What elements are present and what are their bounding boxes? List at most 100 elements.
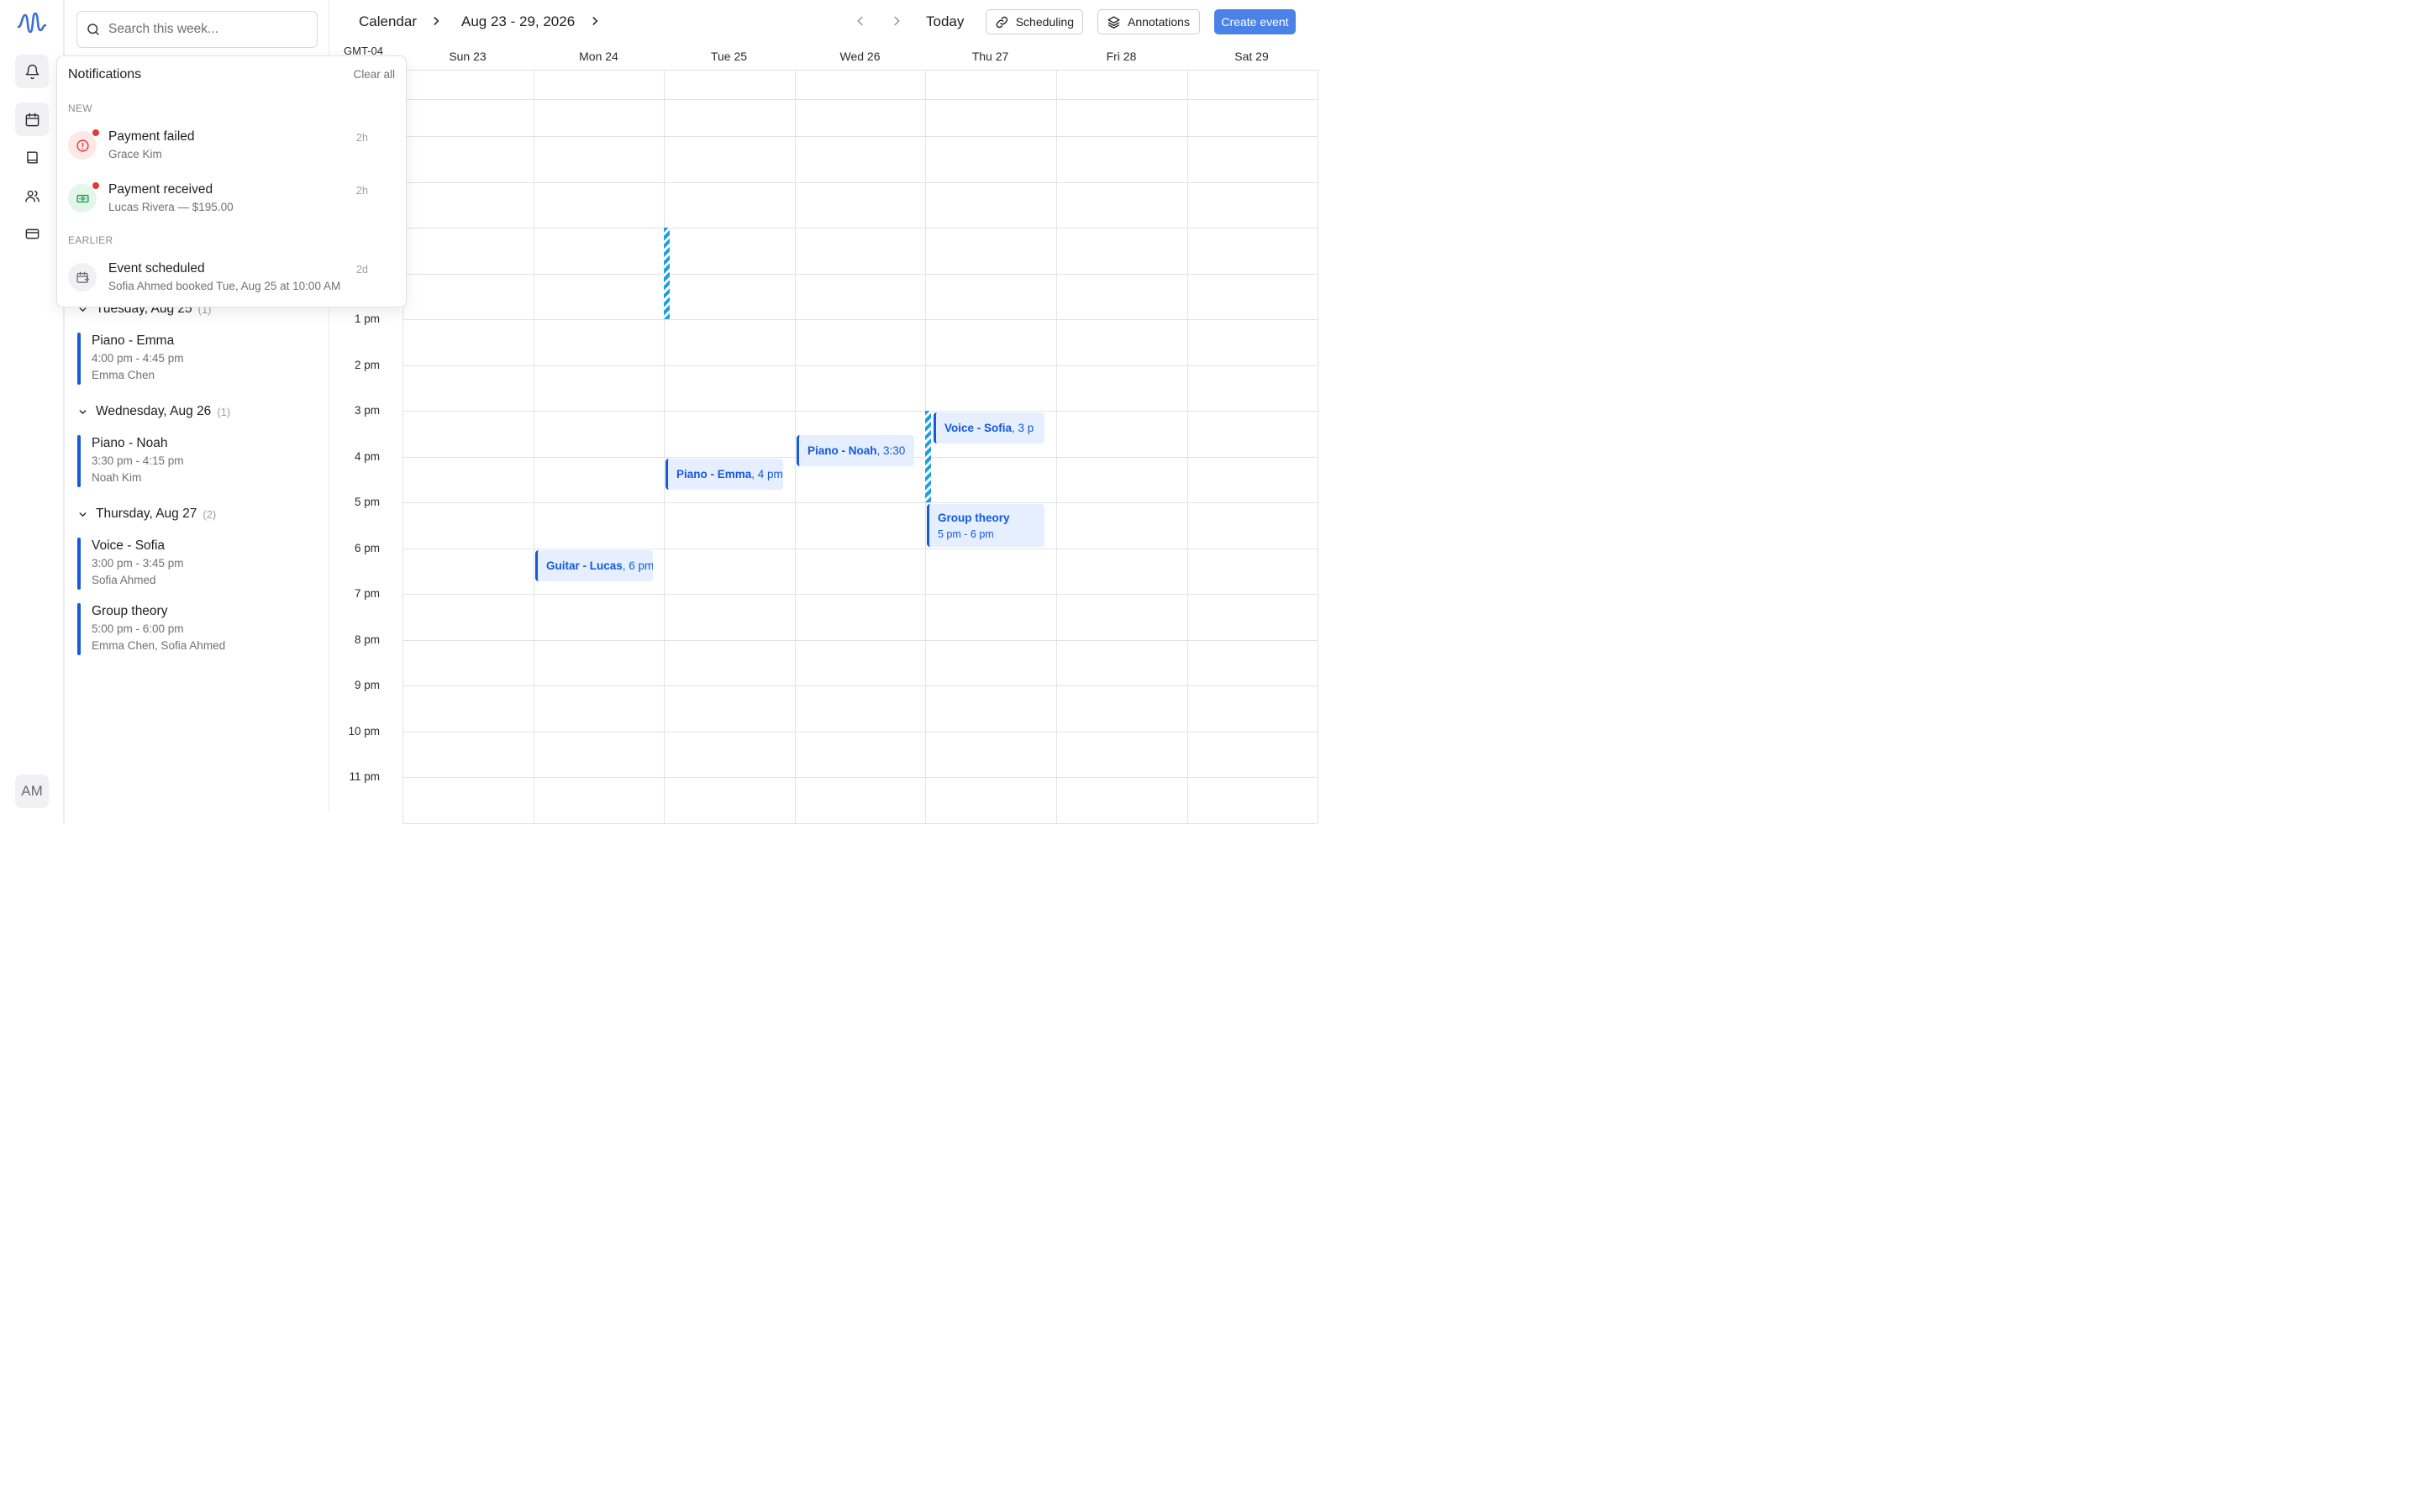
notification-item[interactable]: Payment failed Grace Kim 2h (68, 129, 396, 171)
agenda-event-title: Piano - Emma (92, 333, 175, 348)
calendar-event[interactable]: Voice - Sofia, 3 p (934, 412, 1044, 444)
hour-label: 10 pm (348, 725, 380, 738)
hour-label: 1 pm (354, 312, 380, 325)
search-input[interactable] (108, 22, 310, 37)
library-nav-button[interactable] (15, 140, 49, 174)
notification-time: 2h (356, 185, 368, 197)
agenda-event-title: Piano - Noah (92, 436, 168, 450)
event-time: , 3:30 (876, 444, 906, 457)
alert-circle-icon (76, 139, 89, 152)
calendar-view: Calendar Aug 23 - 29, 2026 Today Schedul… (329, 0, 1318, 824)
day-column-header[interactable]: Thu 27 (925, 50, 1055, 63)
event-color-bar (77, 333, 81, 385)
create-event-button[interactable]: Create event (1214, 9, 1296, 34)
notification-time: 2d (356, 264, 368, 276)
previous-week-icon[interactable] (854, 14, 867, 28)
scheduling-button[interactable]: Scheduling (986, 9, 1083, 34)
billing-nav-button[interactable] (15, 217, 49, 250)
chevron-right-icon[interactable] (430, 15, 442, 27)
calendar-event[interactable]: Guitar - Lucas, 6 pm (535, 550, 653, 581)
hour-gridline (402, 685, 1318, 686)
calendar-title[interactable]: Calendar (359, 13, 417, 30)
credit-card-icon (25, 228, 39, 239)
agenda-event[interactable]: Piano - Noah 3:30 pm - 4:15 pm Noah Kim (77, 435, 313, 487)
notification-item[interactable]: Event scheduled Sofia Ahmed booked Tue, … (68, 261, 396, 303)
chevron-right-icon[interactable] (589, 15, 601, 27)
agenda-event-time: 3:30 pm - 4:15 pm (92, 454, 184, 467)
calendar-event[interactable]: Piano - Noah, 3:30 (797, 435, 914, 466)
day-column-header[interactable]: Tue 25 (664, 50, 794, 63)
calendar-nav-button[interactable] (15, 102, 49, 136)
calendar-icon (25, 113, 39, 126)
annotations-button[interactable]: Annotations (1097, 9, 1200, 34)
unread-dot (92, 129, 99, 136)
banknote-icon (76, 194, 89, 202)
hour-label: 3 pm (354, 404, 380, 417)
annotations-label: Annotations (1128, 15, 1190, 29)
day-column-header[interactable]: Mon 24 (534, 50, 664, 63)
link-icon (996, 16, 1008, 28)
agenda-day-header[interactable]: Thursday, Aug 27 (2) (77, 507, 216, 522)
agenda-event[interactable]: Group theory 5:00 pm - 6:00 pm Emma Chen… (77, 603, 313, 655)
notification-subtitle: Lucas Rivera — $195.00 (108, 201, 234, 213)
notification-subtitle: Sofia Ahmed booked Tue, Aug 25 at 10:00 … (108, 280, 341, 292)
book-icon (26, 150, 38, 164)
avatar[interactable]: AM (15, 774, 49, 808)
week-grid[interactable]: Piano - Emma, 4 pm Piano - Noah, 3:30 Voic… (402, 70, 1318, 824)
hour-label: 5 pm (354, 496, 380, 508)
app-logo-icon[interactable] (17, 10, 47, 37)
notification-title: Payment received (108, 182, 213, 197)
day-column-header[interactable]: Sat 29 (1186, 50, 1317, 63)
day-column-header[interactable]: Fri 28 (1056, 50, 1186, 63)
notifications-title: Notifications (68, 67, 142, 81)
scheduling-label: Scheduling (1015, 15, 1074, 29)
day-gridline (795, 70, 796, 823)
agenda-event-time: 5:00 pm - 6:00 pm (92, 622, 184, 635)
hour-gridline (402, 99, 1318, 100)
agenda-day-count: (2) (203, 507, 217, 521)
hour-gridline (402, 136, 1318, 137)
calendar-event[interactable]: Group theory 5 pm - 6 pm (927, 504, 1044, 547)
day-column-header[interactable]: Sun 23 (402, 50, 533, 63)
next-week-icon[interactable] (890, 14, 903, 28)
event-title: Piano - Emma (676, 468, 752, 480)
day-column-header[interactable]: Wed 26 (795, 50, 925, 63)
agenda-event-attendees: Noah Kim (92, 471, 142, 484)
calendar-event[interactable]: Piano - Emma, 4 pm (666, 459, 783, 490)
notification-item[interactable]: Payment received Lucas Rivera — $195.00 … (68, 182, 396, 224)
agenda-event-attendees: Emma Chen, Sofia Ahmed (92, 639, 226, 652)
hour-label: 8 pm (354, 633, 380, 646)
agenda-event-time: 4:00 pm - 4:45 pm (92, 352, 184, 365)
clear-all-button[interactable]: Clear all (353, 68, 395, 81)
section-label-earlier: EARLIER (68, 234, 113, 246)
hour-label: 2 pm (354, 359, 380, 371)
hour-gridline (402, 182, 1318, 183)
event-time: , 6 pm (622, 559, 653, 572)
users-icon (24, 190, 39, 202)
hour-gridline (402, 777, 1318, 778)
date-range-label[interactable]: Aug 23 - 29, 2026 (461, 13, 575, 30)
agenda-event-time: 3:00 pm - 3:45 pm (92, 557, 184, 570)
agenda-event-title: Voice - Sofia (92, 538, 166, 553)
agenda-day-label: Thursday, Aug 27 (96, 507, 197, 521)
search-box[interactable] (76, 11, 318, 48)
agenda-event[interactable]: Voice - Sofia 3:00 pm - 3:45 pm Sofia Ah… (77, 538, 313, 590)
hour-label: 11 pm (349, 770, 380, 783)
today-button[interactable]: Today (926, 13, 964, 30)
availability-marker (664, 228, 670, 319)
event-title: Group theory (938, 512, 1010, 524)
agenda-event-title: Group theory (92, 604, 168, 618)
notifications-button[interactable] (15, 55, 49, 88)
day-gridline (1056, 70, 1057, 823)
hour-label: 7 pm (354, 587, 380, 600)
hour-gridline (402, 365, 1318, 366)
hour-gridline (402, 823, 1318, 824)
people-nav-button[interactable] (15, 179, 49, 213)
notification-icon-badge (68, 131, 97, 160)
notification-title: Payment failed (108, 129, 195, 144)
notification-time: 2h (356, 132, 368, 144)
hour-gridline (402, 70, 1318, 71)
agenda-event[interactable]: Piano - Emma 4:00 pm - 4:45 pm Emma Chen (77, 333, 313, 385)
agenda-day-header[interactable]: Wednesday, Aug 26 (1) (77, 404, 230, 419)
notifications-popover: Notifications Clear all NEW Payment fail… (56, 55, 407, 307)
